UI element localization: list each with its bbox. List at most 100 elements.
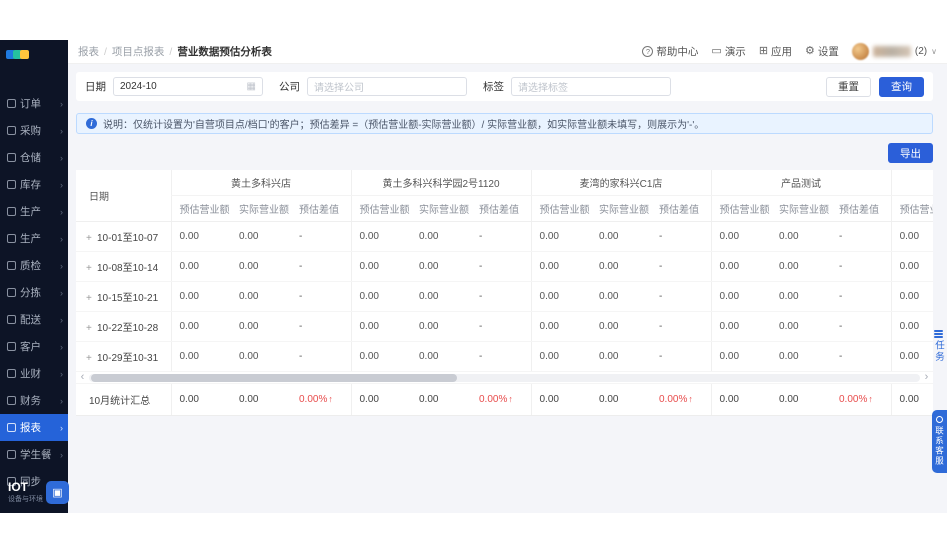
value-cell: 0.00 (530, 281, 592, 312)
expand-toggle[interactable]: + (86, 293, 97, 304)
settings-button[interactable]: ⚙ 设置 (805, 44, 839, 59)
sidebar-item-report[interactable]: 报表 › (0, 414, 68, 441)
avatar (851, 43, 869, 60)
value-cell: 0.00 (411, 221, 471, 252)
expand-toggle[interactable]: + (86, 263, 97, 274)
breadcrumb-item[interactable]: 项目点报表 (112, 44, 165, 59)
sidebar-item-purchase[interactable]: 采购 › (0, 117, 68, 144)
sub-column-header: 预估营业额 (530, 195, 592, 222)
summary-value-cell: 0.00 (170, 384, 231, 416)
expand-toggle[interactable]: + (86, 353, 97, 364)
value-cell: 0.00 (411, 251, 471, 282)
sub-column-header: 预估营业额 (170, 195, 231, 222)
store-group-header: 黄土多科兴店 (170, 170, 351, 196)
value-cell: 0.00 (710, 251, 772, 282)
value-cell: - (291, 251, 351, 282)
sidebar-item-finance[interactable]: 财务 › (0, 387, 68, 414)
sub-column-header: 实际营业额 (771, 195, 832, 222)
table-head: 日期 黄土多科兴店 黄土多科兴科学园2号1120 麦湾的家科兴C1店 产品测试 预估营业额… (76, 170, 933, 222)
value-cell: 0.00 (710, 281, 772, 312)
sidebar-item-sorting[interactable]: 分拣 › (0, 279, 68, 306)
sidebar-item-inventory[interactable]: 库存 › (0, 171, 68, 198)
sidebar-item-label: 仓储 (20, 152, 41, 164)
filter-bar: 日期 2024-10 ▦ 公司 请选择公司 标签 请选择标签 重置 查询 (76, 72, 933, 101)
store-group-header: 麦湾的家科兴C1店 (530, 170, 712, 196)
scrollbar-thumb[interactable] (91, 373, 457, 382)
sidebar-item-quality[interactable]: 质检 › (0, 252, 68, 279)
company-select[interactable]: 请选择公司 (307, 77, 467, 96)
help-center-button[interactable]: ? 帮助中心 (642, 44, 698, 59)
date-picker[interactable]: 2024-10 ▦ (113, 77, 263, 96)
export-button[interactable]: 导出 (888, 143, 933, 163)
date-cell: +10-15至10-21 (76, 281, 171, 312)
task-float-button[interactable]: 任务 (931, 330, 945, 363)
task-label: 任务 (933, 340, 944, 363)
sidebar-item-label: 库存 (20, 179, 41, 191)
value-cell: - (471, 251, 532, 282)
content-area: 日期 2024-10 ▦ 公司 请选择公司 标签 请选择标签 重置 查询 i 说… (68, 64, 947, 513)
scroll-right-icon[interactable]: › (923, 372, 930, 383)
expand-toggle[interactable]: + (86, 323, 97, 334)
sidebar-item-production[interactable]: 生产 › (0, 198, 68, 225)
sidebar-item-label: 配送 (20, 314, 41, 326)
summary-value-cell: 0.00%↑ (831, 384, 891, 416)
table-row: +10-08至10-14 0.00 0.00-0.00 0.00-0.00 0.00-0… (76, 251, 933, 282)
value-cell: - (831, 251, 892, 282)
order-icon (7, 99, 16, 108)
sidebar-item-label: 客户 (20, 341, 41, 353)
summary-value-cell: 0.00 (591, 384, 651, 416)
demo-button[interactable]: ▭ 演示 (711, 44, 745, 59)
table-viewport: 日期 黄土多科兴店 黄土多科兴科学园2号1120 麦湾的家科兴C1店 产品测试 预估营业额… (76, 170, 933, 372)
expand-toggle[interactable]: + (86, 233, 97, 244)
value-cell: 0.00 (890, 341, 933, 372)
business-finance-icon (7, 369, 16, 378)
summary-row: 10月统计汇总 0.00 0.00 0.00%↑ 0.00 0.00 0.00%↑ 0.00 0… (76, 384, 933, 416)
chevron-right-icon: › (60, 233, 63, 244)
sidebar-item-customer[interactable]: 客户 › (0, 333, 68, 360)
company-filter-label: 公司 (279, 81, 300, 93)
breadcrumb: 报表 / 项目点报表 / 营业数据预估分析表 (78, 44, 272, 59)
delivery-icon (7, 315, 16, 324)
sidebar-item-label: 生产 (20, 206, 41, 218)
iot-device-icon[interactable]: ▣ (46, 481, 69, 504)
sidebar-item-business-finance[interactable]: 业财 › (0, 360, 68, 387)
chevron-right-icon: › (60, 395, 63, 406)
sub-column-header: 预估差值 (651, 195, 712, 222)
sidebar-item-delivery[interactable]: 配送 › (0, 306, 68, 333)
value-cell: 0.00 (170, 281, 231, 312)
value-cell: 0.00 (350, 251, 411, 282)
reset-button[interactable]: 重置 (826, 76, 871, 97)
value-cell: 0.00 (231, 341, 291, 372)
sidebar-item-warehouse[interactable]: 仓储 › (0, 144, 68, 171)
table-row: +10-01至10-07 0.00 0.00-0.00 0.00-0.00 0.00-0… (76, 221, 933, 252)
summary-value-cell: 0.00%↑ (471, 384, 531, 416)
value-cell: - (471, 311, 532, 342)
horizontal-scrollbar[interactable] (89, 373, 920, 382)
task-icon (933, 330, 943, 338)
store-group-header (890, 170, 933, 196)
sub-column-header: 实际营业额 (411, 195, 471, 222)
sidebar-item-student-meal[interactable]: 学生餐 › (0, 441, 68, 468)
sub-column-header: 预估差值 (291, 195, 351, 222)
user-menu[interactable]: (2) ∨ (851, 43, 937, 60)
sidebar: 订单 › 采购 › 仓储 › 库存 › 生产 › 生产 › 质检 › 分拣 › 配送 › 客户 › 业财 › 财务 › 报表 › 学… (0, 40, 69, 513)
iot-text: IOT 设备与环境 (8, 481, 43, 504)
customer-icon (7, 342, 16, 351)
search-button[interactable]: 查询 (879, 76, 924, 97)
sidebar-menu: 订单 › 采购 › 仓储 › 库存 › 生产 › 生产 › 质检 › 分拣 › 配送 › 客户 › 业财 › 财务 › 报表 › 学… (0, 62, 68, 495)
summary-percent: 0.00%↑ (479, 394, 513, 405)
main-area: 报表 / 项目点报表 / 营业数据预估分析表 ? 帮助中心 ▭ 演示 ⊞ 应用 (68, 40, 947, 513)
value-cell: 0.00 (350, 221, 411, 252)
scroll-left-icon[interactable]: ‹ (79, 372, 86, 383)
company-select-placeholder: 请选择公司 (314, 83, 364, 94)
tag-select[interactable]: 请选择标签 (511, 77, 671, 96)
chevron-right-icon: › (60, 449, 63, 460)
breadcrumb-item[interactable]: 报表 (78, 44, 99, 59)
summary-value-cell: 0.00 (771, 384, 831, 416)
value-cell: 0.00 (890, 221, 933, 252)
contact-service-button[interactable]: 联系客服 (932, 410, 947, 473)
value-cell: 0.00 (710, 341, 772, 372)
sidebar-item-production-2[interactable]: 生产 › (0, 225, 68, 252)
apps-button[interactable]: ⊞ 应用 (759, 44, 792, 59)
sidebar-item-order[interactable]: 订单 › (0, 90, 68, 117)
